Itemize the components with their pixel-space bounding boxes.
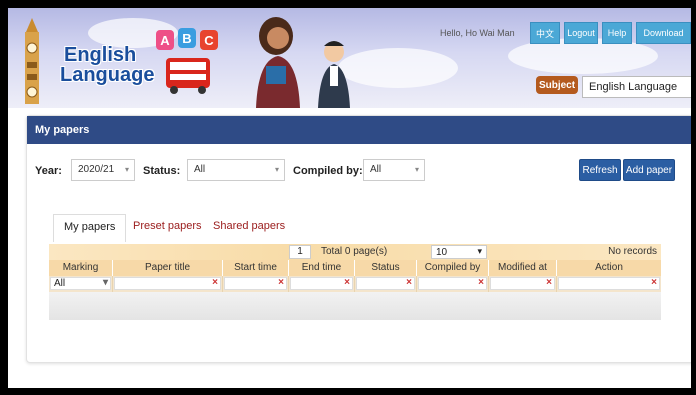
user-greeting: Hello, Ho Wai Man	[440, 28, 515, 38]
clear-icon[interactable]: ×	[406, 277, 412, 288]
marking-filter-value: All	[54, 278, 66, 289]
compiled-by-select-value: All	[370, 164, 382, 175]
filter-cell-action: ×	[557, 276, 661, 292]
column-header-end-time[interactable]: End time	[289, 260, 355, 276]
clear-icon[interactable]: ×	[278, 277, 284, 288]
panel-title: My papers	[27, 116, 691, 144]
compiled-by-select[interactable]: All ▾	[363, 159, 425, 181]
page-size-value: 10	[436, 247, 448, 258]
paper-title-filter-input[interactable]: ×	[114, 277, 221, 290]
logout-button[interactable]: Logout	[564, 22, 598, 44]
filter-cell-status: ×	[355, 276, 417, 292]
column-header-compiled-by[interactable]: Compiled by	[417, 260, 489, 276]
column-header-paper-title[interactable]: Paper title	[113, 260, 223, 276]
year-select[interactable]: 2020/21 ▾	[71, 159, 135, 181]
total-pages-text: Total 0 page(s)	[321, 246, 388, 257]
filter-row: All ▾ × × × × × × ×	[49, 276, 661, 292]
year-label: Year:	[35, 165, 62, 177]
column-header-modified-at[interactable]: Modified at	[489, 260, 557, 276]
clear-icon[interactable]: ×	[651, 277, 657, 288]
logo-text-language: Language	[60, 64, 155, 86]
start-time-filter-input[interactable]: ×	[224, 277, 287, 290]
clear-icon[interactable]: ×	[478, 277, 484, 288]
clear-icon[interactable]: ×	[212, 277, 218, 288]
refresh-button[interactable]: Refresh	[579, 159, 621, 181]
add-paper-button[interactable]: Add paper	[623, 159, 675, 181]
status-filter-input[interactable]: ×	[356, 277, 415, 290]
teacher-student-illustration	[256, 17, 350, 108]
header-banner: English Language A B C Hello, Ho Wai Man…	[8, 8, 691, 108]
compiled-by-label: Compiled by:	[293, 165, 363, 177]
subject-select-value: English Language	[589, 81, 678, 93]
page-number-input[interactable]: 1	[289, 245, 311, 259]
clear-icon[interactable]: ×	[546, 277, 552, 288]
chevron-down-icon: ▾	[414, 165, 419, 174]
filter-cell-compiled-by: ×	[417, 276, 489, 292]
big-ben-icon	[25, 18, 39, 104]
my-papers-panel: My papers Year: 2020/21 ▾ Status: All ▾ …	[26, 115, 691, 363]
action-filter-input[interactable]: ×	[558, 277, 660, 290]
table-header: Marking Paper title Start time End time …	[49, 260, 661, 276]
filter-cell-start-time: ×	[223, 276, 289, 292]
filter-cell-paper-title: ×	[113, 276, 223, 292]
filter-cell-modified-at: ×	[489, 276, 557, 292]
abc-bus-logo-icon: A B C	[156, 28, 218, 94]
help-button[interactable]: Help	[602, 22, 632, 44]
compiled-by-filter-input[interactable]: ×	[418, 277, 487, 290]
download-button[interactable]: Download	[636, 22, 691, 44]
tab-shared-papers[interactable]: Shared papers	[203, 214, 295, 242]
table-footer	[49, 292, 661, 320]
chevron-down-icon: ▾	[124, 165, 129, 174]
subject-label: Subject	[536, 76, 578, 94]
status-select[interactable]: All ▾	[187, 159, 285, 181]
page-size-select[interactable]: 10 ▾	[431, 245, 487, 259]
column-header-status[interactable]: Status	[355, 260, 417, 276]
chevron-down-icon: ▾	[477, 246, 482, 256]
subject-select[interactable]: English Language	[582, 76, 691, 98]
abc-letter-a: A	[160, 33, 170, 48]
records-status: No records	[608, 246, 657, 257]
filter-cell-marking: All ▾	[49, 276, 113, 292]
modified-at-filter-input[interactable]: ×	[490, 277, 555, 290]
chevron-down-icon: ▾	[102, 277, 108, 288]
tab-preset-papers[interactable]: Preset papers	[123, 214, 211, 242]
clear-icon[interactable]: ×	[344, 277, 350, 288]
chinese-language-button[interactable]: 中文	[530, 22, 560, 44]
column-header-action: Action	[595, 262, 623, 273]
pagination-bar: 1 Total 0 page(s) 10 ▾ No records	[49, 244, 661, 260]
filter-cell-end-time: ×	[289, 276, 355, 292]
column-header-marking[interactable]: Marking	[49, 260, 113, 276]
end-time-filter-input[interactable]: ×	[290, 277, 353, 290]
abc-letter-c: C	[204, 33, 214, 48]
marking-filter-select[interactable]: All ▾	[50, 277, 111, 290]
status-label: Status:	[143, 165, 181, 177]
abc-letter-b: B	[182, 31, 191, 46]
status-select-value: All	[194, 164, 206, 175]
app-window: English Language A B C Hello, Ho Wai Man…	[8, 8, 691, 388]
chevron-down-icon: ▾	[274, 165, 279, 174]
tab-my-papers[interactable]: My papers	[53, 214, 127, 242]
column-header-start-time[interactable]: Start time	[223, 260, 289, 276]
year-select-value: 2020/21	[78, 164, 115, 175]
